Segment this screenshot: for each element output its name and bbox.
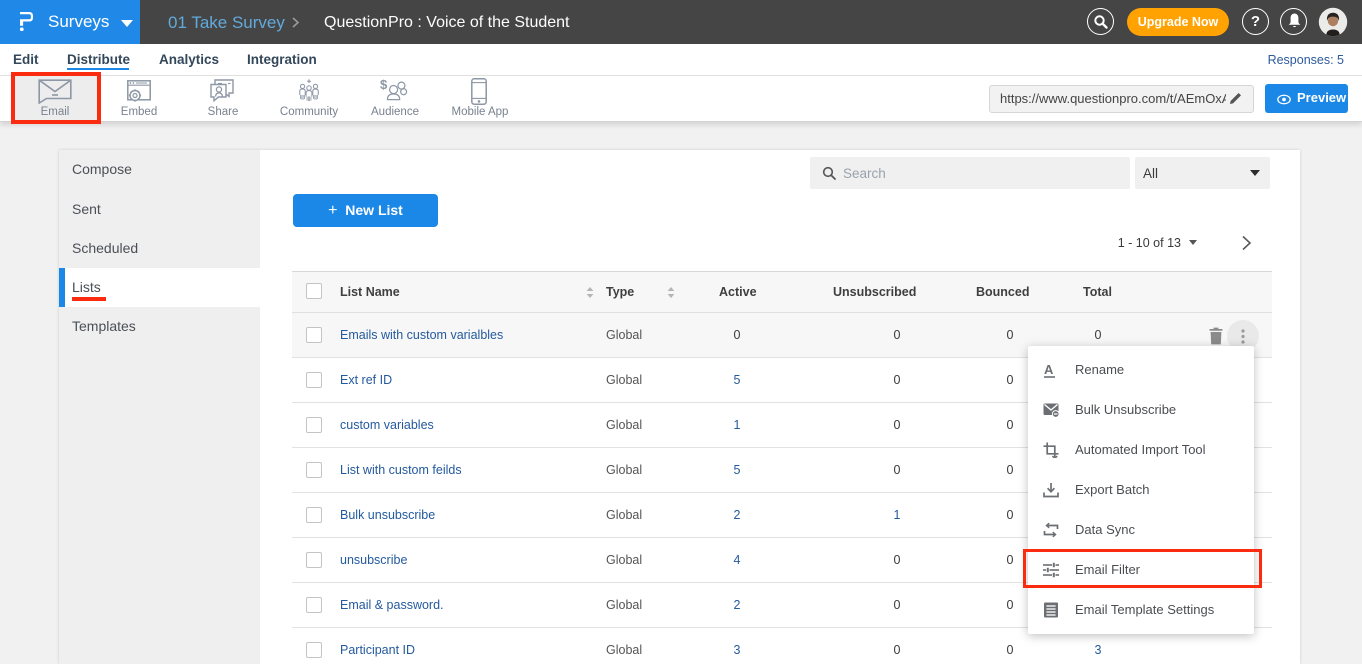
svg-text:A: A [1044, 362, 1054, 377]
svg-text:$: $ [380, 77, 388, 92]
